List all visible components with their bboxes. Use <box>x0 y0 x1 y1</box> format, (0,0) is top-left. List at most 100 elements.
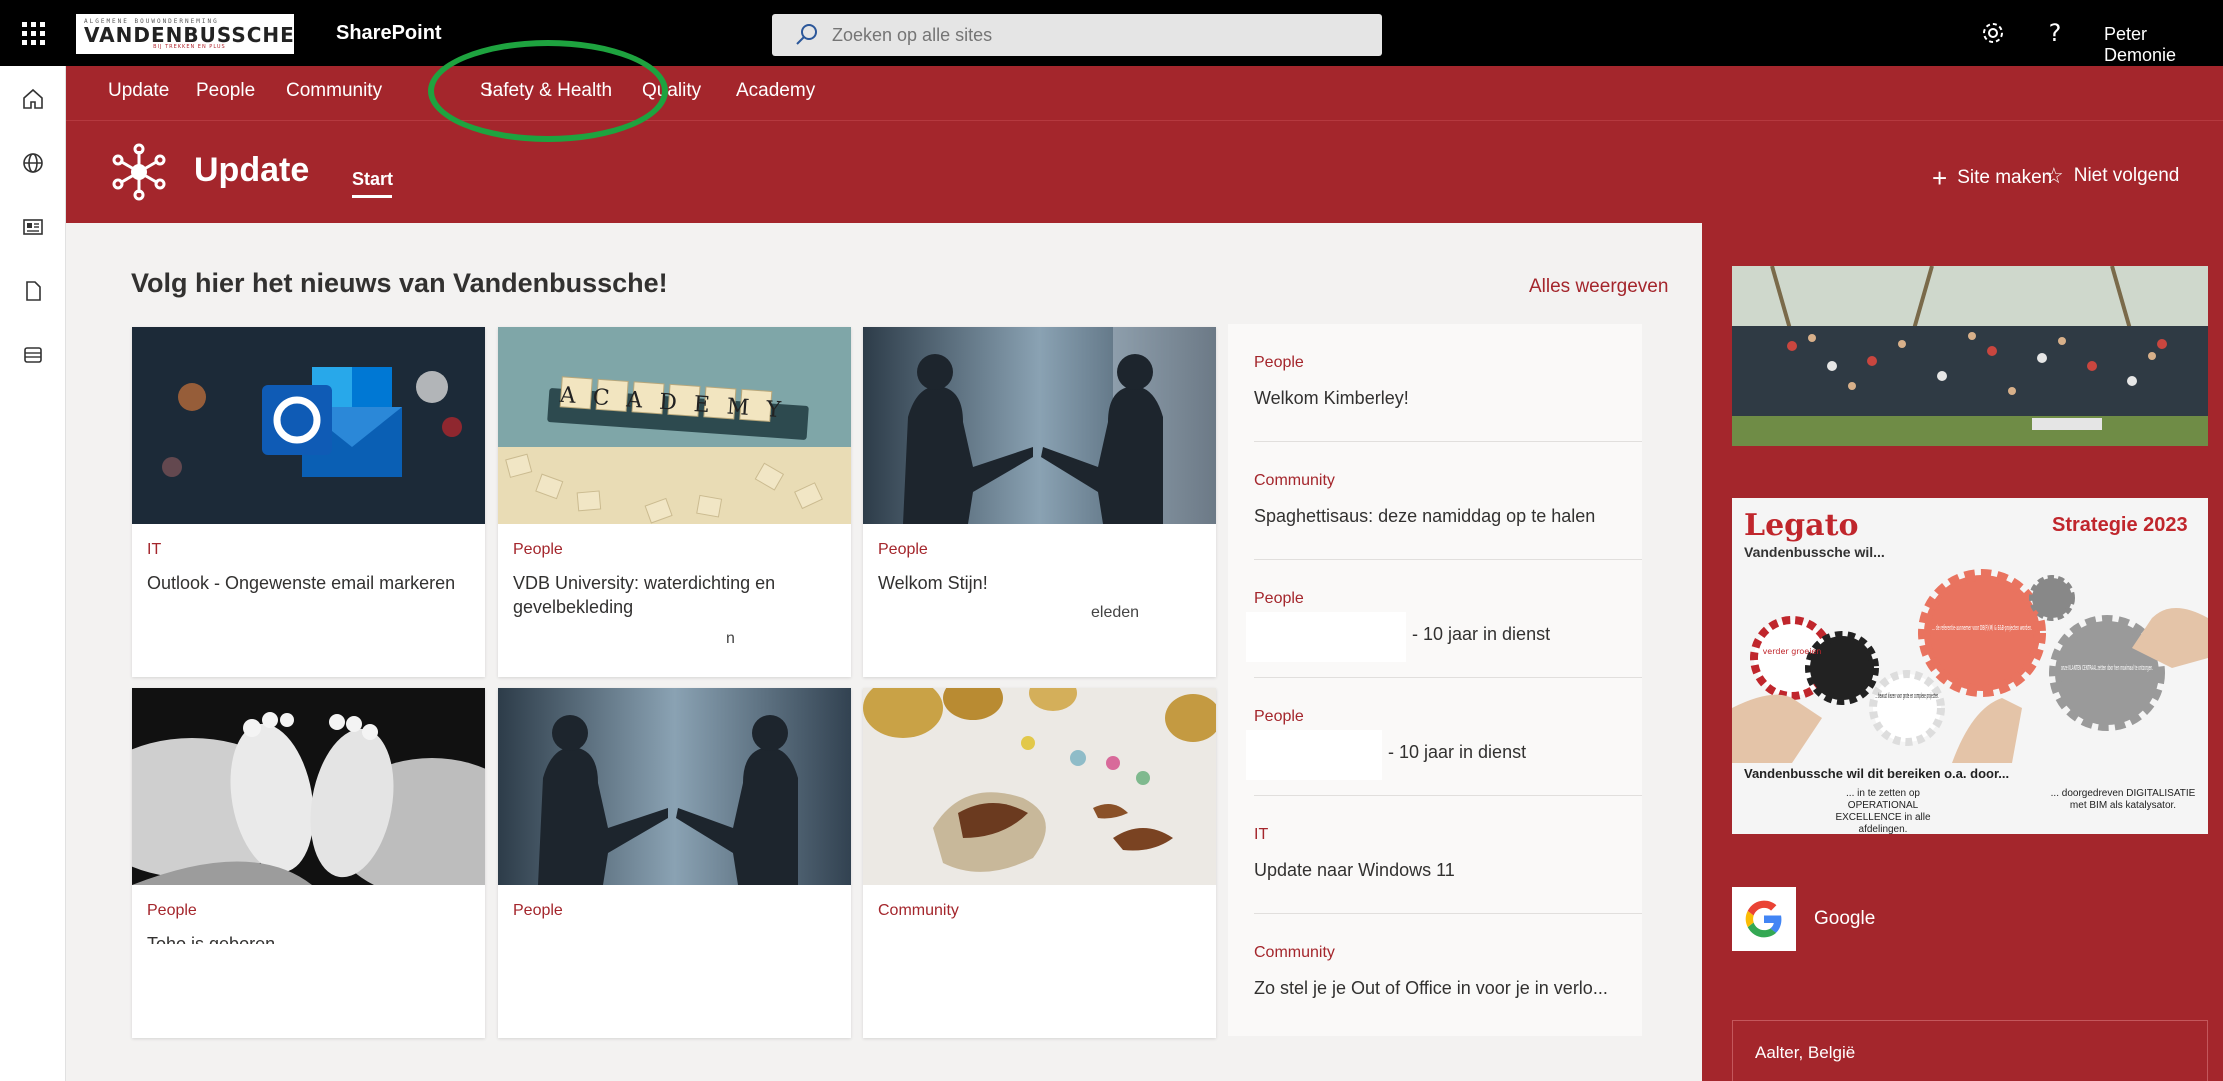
global-nav-button[interactable] <box>18 148 48 178</box>
logo-tagline: BIJ TREKKEN EN PLUS <box>153 43 226 50</box>
list-item-category: People <box>1254 708 1304 725</box>
list-item[interactable]: IT Update naar Windows 11 <box>1228 796 1642 914</box>
sharepoint-page: ALGEMENE BOUWONDERNEMING VANDENBUSSCHE B… <box>0 0 2223 1081</box>
card-category: People <box>147 902 197 919</box>
search-input[interactable] <box>832 24 1352 46</box>
file-icon <box>26 281 41 301</box>
list-item-category: Community <box>1254 472 1335 489</box>
site-title[interactable]: Update <box>194 151 309 190</box>
news-button[interactable] <box>18 212 48 242</box>
weather-widget[interactable]: Aalter, België <box>1732 1020 2208 1081</box>
tab-start-underline <box>352 195 392 198</box>
right-panel: Legato Vandenbussche wil... Strategie 20… <box>1702 223 2223 1081</box>
news-card-easter[interactable]: Community <box>863 688 1216 1038</box>
company-logo[interactable]: ALGEMENE BOUWONDERNEMING VANDENBUSSCHE B… <box>76 14 294 54</box>
list-item[interactable]: People - 10 jaar in dienst <box>1228 560 1642 678</box>
hubnav-item-safety-health[interactable]: Safety & Health <box>480 80 612 102</box>
legato-footer-left: ... in te zetten op OPERATIONAL EXCELLEN… <box>1835 788 1931 834</box>
list-item[interactable]: People Welkom Kimberley! <box>1228 324 1642 442</box>
news-card-handshake[interactable]: People <box>498 688 851 1038</box>
gear-text-3: onze KLANTEN CENTRAAL zetten door hen ma… <box>2061 664 2153 672</box>
home-icon <box>23 88 43 109</box>
card-category: IT <box>147 541 162 558</box>
card-title: Outlook - Ongewenste email markeren <box>147 573 456 593</box>
help-button[interactable]: ? <box>2040 18 2070 48</box>
card-category: Community <box>878 902 959 919</box>
list-item[interactable]: People - 10 jaar in dienst <box>1228 678 1642 796</box>
hubnav-item-update[interactable]: Update <box>108 80 169 102</box>
follow-button[interactable]: ☆ Niet volgend <box>2044 165 2179 187</box>
card-title <box>513 932 838 980</box>
news-icon <box>23 219 43 235</box>
card-title <box>878 932 1203 980</box>
globe-icon <box>23 153 43 173</box>
site-header: Update Start + Site maken ☆ Niet volgend <box>66 120 2223 223</box>
files-button[interactable] <box>18 276 48 306</box>
gear-text-2: ... de referentie-aannemer voor DB(F)(M)… <box>1932 624 2032 632</box>
list-item-category: People <box>1254 590 1304 607</box>
settings-button[interactable] <box>1978 18 2008 48</box>
legato-strategy-banner[interactable]: Legato Vandenbussche wil... Strategie 20… <box>1732 498 2208 834</box>
google-quicklink[interactable] <box>1732 887 1796 951</box>
search-icon <box>796 24 817 45</box>
hubnav-item-quality[interactable]: Quality <box>642 80 701 102</box>
card-title: VDB University: waterdichting en gevelbe… <box>513 573 776 617</box>
star-icon: ☆ <box>2044 163 2064 188</box>
list-item[interactable]: Community Spaghettisaus: deze namiddag o… <box>1228 442 1642 560</box>
follow-label: Niet volgend <box>2073 165 2180 186</box>
card-category: People <box>513 902 563 919</box>
news-card-academy[interactable]: ACADEMY People VDB University: waterdich… <box>498 327 851 677</box>
card-image <box>498 688 851 885</box>
lists-button[interactable] <box>18 340 48 370</box>
google-icon <box>1745 900 1782 938</box>
group-photo[interactable] <box>1732 266 2208 446</box>
tab-start[interactable]: Start <box>352 169 393 190</box>
hubnav-item-community[interactable]: Community <box>286 80 382 102</box>
news-card-welkom-stijn[interactable]: People Welkom Stijn! eleden <box>863 327 1216 677</box>
hubnav-item-academy[interactable]: Academy <box>736 80 815 102</box>
gear-text-1: ... bewust kiezen voor grote en complexe… <box>1875 692 1939 700</box>
app-bar <box>0 66 66 1081</box>
redacted-name <box>1246 730 1382 780</box>
create-site-button[interactable]: + Site maken <box>1932 165 2052 191</box>
list-item-category: People <box>1254 354 1304 371</box>
see-all-link[interactable]: Alles weergeven <box>1529 276 1668 298</box>
list-item-title: Zo stel je je Out of Office in voor je i… <box>1254 978 1608 998</box>
list-item-category: IT <box>1254 826 1269 843</box>
help-icon: ? <box>2048 19 2062 47</box>
legato-footer-right: ... doorgedreven DIGITALISATIE met BIM a… <box>2050 788 2196 811</box>
main-content: Volg hier het nieuws van Vandenbussche! … <box>90 223 1702 1081</box>
legato-title: Legato <box>1744 508 1859 543</box>
google-label[interactable]: Google <box>1814 908 1875 930</box>
user-name[interactable]: Peter Demonie <box>2104 24 2223 66</box>
news-heading: Volg hier het nieuws van Vandenbussche! <box>131 268 668 298</box>
gear-icon <box>1983 23 2003 43</box>
gears-illustration: verder groeien ... bewust kiezen voor gr… <box>1732 569 2208 763</box>
news-list: People Welkom Kimberley! Community Spagh… <box>1228 324 1642 1036</box>
create-site-label: Site maken <box>1957 167 2053 188</box>
suite-bar: ALGEMENE BOUWONDERNEMING VANDENBUSSCHE B… <box>0 0 2223 66</box>
home-button[interactable] <box>18 84 48 114</box>
list-item-title: - 10 jaar in dienst <box>1412 624 1551 644</box>
app-title[interactable]: SharePoint <box>336 22 442 45</box>
plus-icon: + <box>1932 163 1948 193</box>
legato-strategy: Strategie 2023 <box>2052 514 2188 536</box>
hubnav-item-people[interactable]: People <box>196 80 255 102</box>
card-image: ACADEMY <box>498 327 851 524</box>
card-image <box>863 688 1216 885</box>
news-card-birth[interactable]: People Toho is geboren <box>132 688 485 1038</box>
list-item-title: Welkom Kimberley! <box>1254 388 1409 408</box>
news-card-outlook[interactable]: IT Outlook - Ongewenste email markeren <box>132 327 485 677</box>
card-title: Toho is geboren <box>147 934 276 944</box>
app-launcher-button[interactable] <box>0 0 66 66</box>
list-icon <box>24 347 42 363</box>
site-logo-icon[interactable] <box>110 143 168 201</box>
card-image <box>863 327 1216 524</box>
card-category: People <box>513 541 563 558</box>
logo-main-text: VANDENBUSSCHE <box>84 22 295 47</box>
search-box[interactable] <box>772 14 1382 56</box>
list-item-category: Community <box>1254 944 1335 961</box>
hub-navigation: Update People Community I Safety & Healt… <box>66 66 2223 120</box>
card-image <box>132 688 485 885</box>
list-item[interactable]: Community Zo stel je je Out of Office in… <box>1228 914 1642 1032</box>
